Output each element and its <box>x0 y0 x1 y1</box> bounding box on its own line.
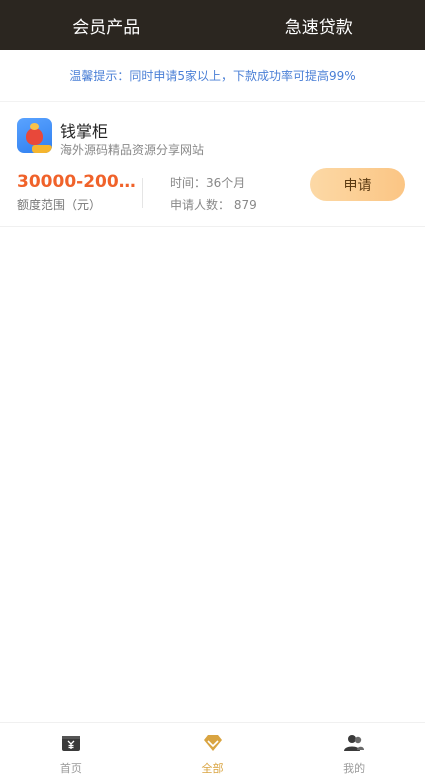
nav-item-home[interactable]: 首页 <box>0 723 142 777</box>
applicant-count: 申请人数： 879 <box>170 198 257 212</box>
user-icon <box>343 732 365 754</box>
notice-banner: 温馨提示：同时申请5家以上，下款成功率可提高99% <box>0 50 425 102</box>
tab-fast-loan[interactable]: 急速贷款 <box>213 0 425 50</box>
nav-label-mine: 我的 <box>343 762 366 775</box>
loan-term: 时间：36个月 <box>170 176 246 190</box>
divider <box>142 178 143 208</box>
money-bag-icon <box>26 128 43 145</box>
tab-member-products[interactable]: 会员产品 <box>0 0 213 50</box>
wallet-icon <box>60 732 82 754</box>
coin-icon <box>30 123 39 130</box>
product-card[interactable]: 钱掌柜 海外源码精品资源分享网站 30000-20000 额度范围（元） 时间：… <box>0 103 425 227</box>
bottom-nav: 首页 全部 我的 <box>0 722 425 777</box>
nav-label-home: 首页 <box>59 762 82 775</box>
product-description: 海外源码精品资源分享网站 <box>60 143 205 157</box>
amount-range-label: 额度范围（元） <box>17 198 102 212</box>
apply-button[interactable]: 申请 <box>310 168 405 201</box>
nav-item-all[interactable]: 全部 <box>142 723 284 777</box>
logo-badge <box>32 145 52 153</box>
app-logo <box>17 118 52 153</box>
amount-range: 30000-20000 <box>17 172 142 192</box>
nav-item-mine[interactable]: 我的 <box>283 723 425 777</box>
diamond-icon <box>202 732 224 754</box>
nav-label-all: 全部 <box>201 762 224 775</box>
product-name: 钱掌柜 <box>60 122 109 141</box>
top-tab-bar: 会员产品 急速贷款 <box>0 0 425 50</box>
